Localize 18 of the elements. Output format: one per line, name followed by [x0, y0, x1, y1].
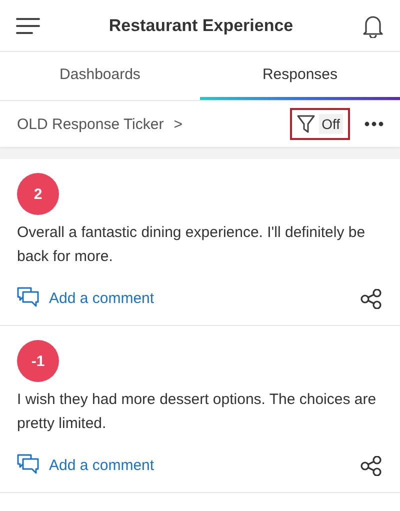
filter-button[interactable]: Off — [290, 108, 350, 140]
add-comment-link[interactable]: Add a comment — [49, 456, 154, 474]
score-badge: -1 — [17, 340, 59, 382]
response-text: Overall a fantastic dining experience. I'll definitely be back for more. — [17, 223, 366, 267]
chevron-right-icon[interactable]: > — [174, 116, 182, 132]
ticker-title[interactable]: OLD Response Ticker — [17, 116, 164, 132]
comment-icon[interactable] — [17, 287, 39, 309]
bell-icon[interactable] — [362, 14, 384, 38]
add-comment-link[interactable]: Add a comment — [49, 290, 154, 306]
page-title: Restaurant Experience — [108, 16, 294, 36]
share-icon[interactable] — [360, 289, 382, 309]
comment-icon[interactable] — [17, 454, 39, 476]
menu-icon[interactable] — [16, 16, 40, 34]
filter-icon — [296, 114, 315, 134]
share-icon[interactable] — [360, 456, 382, 476]
more-icon[interactable] — [364, 121, 384, 127]
response-text: I wish they had more dessert options. The choices are pretty limited. — [17, 390, 378, 434]
score-badge: 2 — [17, 173, 59, 215]
